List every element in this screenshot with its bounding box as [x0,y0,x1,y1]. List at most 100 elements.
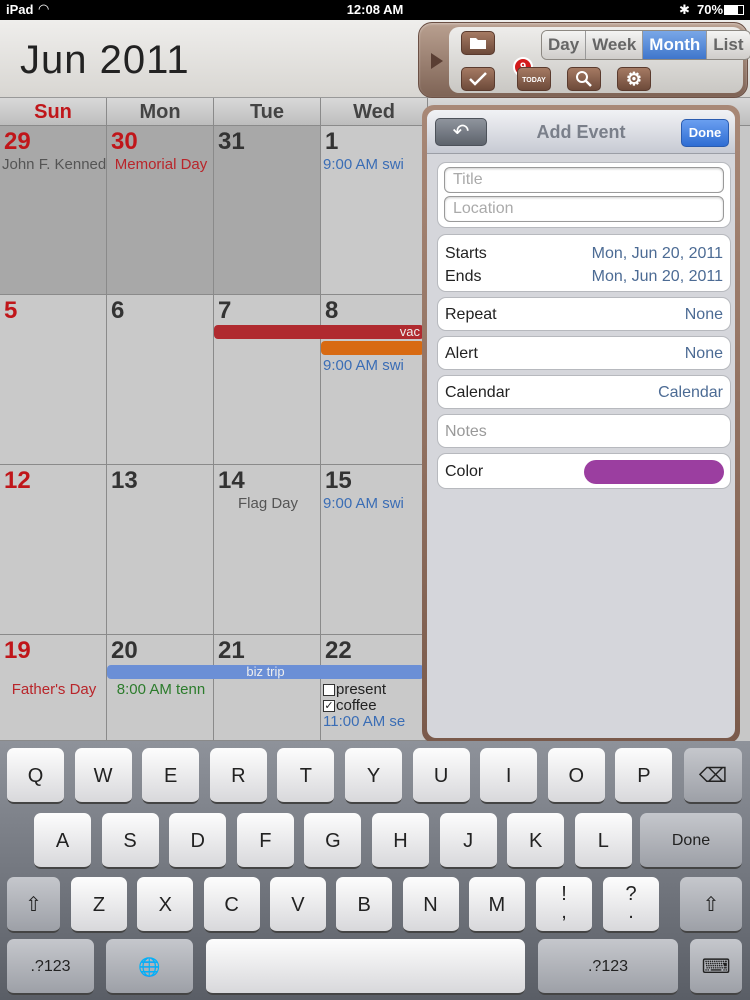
color-row[interactable]: Color [437,453,731,489]
numbers-key-right[interactable]: .?123 [538,939,678,995]
tab-month[interactable]: Month [643,31,708,59]
key-t[interactable]: T [277,748,335,804]
day-cell[interactable]: 13 [107,465,214,635]
alert-value: None [684,345,723,362]
notes-row[interactable]: Notes [437,414,731,448]
day-cell[interactable]: 7 [214,295,321,465]
key-i[interactable]: I [480,748,538,804]
multi-day-event-bar[interactable]: vac [214,325,424,339]
key-exclaim-comma[interactable]: !, [536,877,592,933]
key-m[interactable]: M [468,877,525,933]
toolbar: 9 TODAY ⚙ Day Week Month List [418,22,750,98]
backspace-key[interactable]: ⌫ [684,748,742,804]
bluetooth-icon: ✱ [679,2,690,17]
key-y[interactable]: Y [345,748,402,804]
key-a[interactable]: A [34,813,91,869]
day-cell[interactable]: 14 Flag Day [214,465,321,635]
day-cell[interactable]: 22 present ✓ coffee 11:00 AM se [321,635,429,741]
ends-label: Ends [445,268,482,285]
key-n[interactable]: N [402,877,459,933]
day-cell[interactable]: 21 [214,635,321,741]
day-cell[interactable]: 5 [0,295,107,465]
multi-day-event-bar[interactable]: biz trip [107,665,424,679]
key-b[interactable]: B [336,877,393,933]
key-d[interactable]: D [169,813,227,869]
key-q[interactable]: Q [7,748,64,804]
title-field[interactable]: Title [444,167,724,193]
key-z[interactable]: Z [71,877,127,933]
color-swatch[interactable] [584,460,724,484]
task-item: ✓ coffee [323,697,427,714]
checked-box-icon[interactable]: ✓ [323,700,335,713]
day-cell[interactable]: 6 [107,295,214,465]
day-cell[interactable]: 8 9:00 AM swi [321,295,429,465]
shift-key-left[interactable]: ⇧ [7,877,60,933]
event-label: 8:00 AM tenn [116,681,206,698]
hide-keyboard-key[interactable]: ⌨ [690,939,742,995]
search-button[interactable] [567,67,601,91]
done-button[interactable]: Done [681,119,729,147]
day-number: 5 [4,297,18,324]
day-cell[interactable]: 19 Father's Day [0,635,107,741]
key-j[interactable]: J [439,813,497,869]
play-arrow-icon[interactable] [431,53,443,69]
day-number: 29 [4,128,31,155]
globe-key[interactable]: 🌐 [106,939,193,995]
day-number: 30 [111,128,138,155]
folder-icon [470,38,486,49]
task-label: coffee [336,697,377,714]
key-x[interactable]: X [137,877,194,933]
repeat-row[interactable]: Repeat None [437,297,731,331]
dates-row[interactable]: Starts Mon, Jun 20, 2011 Ends Mon, Jun 2… [437,234,731,292]
day-cell[interactable]: 20 8:00 AM tenn [107,635,214,741]
key-e[interactable]: E [142,748,200,804]
key-o[interactable]: O [547,748,605,804]
key-c[interactable]: C [203,877,260,933]
key-w[interactable]: W [74,748,132,804]
settings-button[interactable]: ⚙ [617,67,651,91]
event-label: Memorial Day [114,156,208,173]
weekday-sun: Sun [0,98,107,126]
return-done-key[interactable]: Done [640,813,742,869]
day-cell[interactable]: 15 9:00 AM swi [321,465,429,635]
key-g[interactable]: G [304,813,362,869]
folder-button[interactable] [461,31,495,55]
day-cell[interactable]: 29 John F. Kenned [0,126,107,295]
tab-day[interactable]: Day [542,31,587,59]
key-p[interactable]: P [615,748,673,804]
shift-key-right[interactable]: ⇧ [680,877,742,933]
numbers-key-left[interactable]: .?123 [7,939,94,995]
today-button[interactable]: TODAY [517,67,551,91]
location-field[interactable]: Location [444,196,724,222]
today-label: TODAY [522,77,546,84]
key-l[interactable]: L [574,813,632,869]
task-item: present [323,681,427,698]
event-label: 9:00 AM swi [323,357,404,374]
key-s[interactable]: S [101,813,159,869]
backspace-icon: ⌫ [698,765,728,787]
tasks-button[interactable] [461,67,495,91]
alert-row[interactable]: Alert None [437,336,731,370]
key-question-period[interactable]: ?. [603,877,659,933]
key-f[interactable]: F [236,813,294,869]
multi-day-event-bar[interactable] [321,341,424,355]
key-k[interactable]: K [507,813,565,869]
space-key[interactable] [206,939,525,995]
notes-field[interactable]: Notes [445,423,487,441]
clock: 12:08 AM [346,2,404,17]
calendar-row[interactable]: Calendar Calendar [437,375,731,409]
key-u[interactable]: U [412,748,470,804]
key-h[interactable]: H [372,813,429,869]
shift-icon: ⇧ [702,894,720,916]
day-cell[interactable]: 30 Memorial Day [107,126,214,295]
day-cell[interactable]: 1 9:00 AM swi [321,126,429,295]
checkbox-icon[interactable] [323,684,335,697]
starts-label: Starts [445,245,487,262]
key-v[interactable]: V [269,877,326,933]
tab-week[interactable]: Week [586,31,644,59]
key-r[interactable]: R [209,748,267,804]
day-number: 22 [325,637,352,664]
day-cell[interactable]: 31 [214,126,321,295]
tab-list[interactable]: List [707,31,750,59]
day-cell[interactable]: 12 [0,465,107,635]
